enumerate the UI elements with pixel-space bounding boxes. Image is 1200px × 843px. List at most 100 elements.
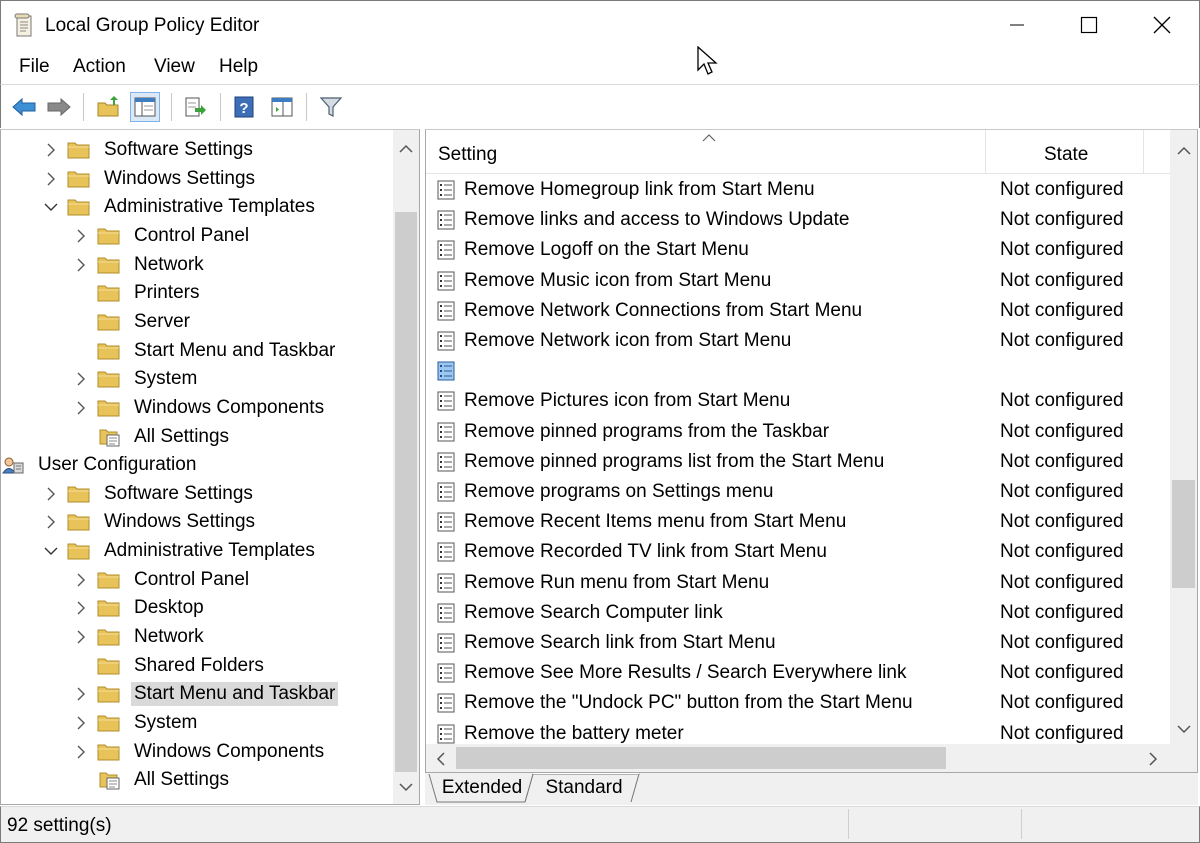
show-hide-tree-button[interactable] [130,92,160,122]
setting-row[interactable]: Remove Search link from Start Menu Not co… [430,628,1168,658]
setting-row[interactable]: Remove Recorded TV link from Start Menu N… [430,537,1168,567]
chevron-right-icon[interactable] [43,171,59,187]
scroll-down-icon[interactable] [399,782,413,792]
setting-row[interactable]: Remove links and access to Windows Updat… [430,205,1168,235]
setting-row[interactable]: Remove Search Computer link Not configure… [430,598,1168,628]
scroll-up-icon[interactable] [1177,146,1191,156]
chevron-right-icon[interactable] [73,400,89,416]
tree-item[interactable]: Start Menu and Taskbar [73,337,338,365]
setting-row[interactable]: Remove See More Results / Search Everywh… [430,658,1168,688]
setting-row[interactable]: Remove Music icon from Start Menu Not con… [430,266,1168,296]
chevron-down-icon[interactable] [43,543,59,559]
setting-row[interactable]: Remove programs on Settings menu Not conf… [430,477,1168,507]
tree-item[interactable]: Software Settings [43,480,256,508]
column-divider[interactable] [985,130,986,174]
setting-row[interactable]: Remove pinned programs list from the Sta… [430,447,1168,477]
chevron-right-icon[interactable] [73,600,89,616]
tree-item[interactable]: Shared Folders [73,652,267,680]
tree-vertical-scrollbar[interactable] [393,130,419,804]
chevron-right-icon[interactable] [43,514,59,530]
chevron-right-icon[interactable] [43,142,59,158]
tree-item[interactable]: Printers [73,279,202,307]
minimize-button[interactable] [981,1,1053,49]
setting-row[interactable]: Remove Network Connections from Start Me… [430,296,1168,326]
tree-item[interactable]: User Configuration [1,451,199,479]
setting-row[interactable]: Remove the "Undock PC" button from the S… [430,688,1168,718]
tree-item[interactable]: Control Panel [73,566,252,594]
setting-row[interactable]: Remove Network icon from Start Menu Not c… [430,326,1168,356]
tree-item[interactable]: Windows Settings [43,165,258,193]
up-one-level-button[interactable] [93,92,123,122]
scroll-up-icon[interactable] [399,144,413,154]
tree-item[interactable]: Windows Components [73,738,327,766]
column-divider[interactable] [1143,130,1144,174]
tree-item[interactable]: Software Settings [43,136,256,164]
setting-row[interactable]: Remove Pictures icon from Start Menu Not … [430,386,1168,416]
tree-item[interactable]: Control Panel [73,222,252,250]
policy-setting-icon [437,603,455,623]
list-horizontal-scrollbar[interactable] [426,744,1170,772]
console-tree[interactable]: Software Settings Windows Settings Adminis… [0,129,420,805]
tree-item[interactable]: Desktop [73,594,207,622]
tree-scroll-thumb[interactable] [395,212,417,772]
tree-item[interactable]: Windows Components [73,394,327,422]
setting-row[interactable]: Remove pinned programs from the Taskbar N… [430,417,1168,447]
scroll-down-icon[interactable] [1177,724,1191,734]
tree-item[interactable]: Administrative Templates [43,537,318,565]
menu-help[interactable]: Help [219,56,258,78]
tree-item[interactable]: All Settings [73,423,232,451]
setting-row[interactable]: Remove Recent Items menu from Start Menu… [430,507,1168,537]
help-button[interactable]: ? [229,92,259,122]
folder-icon [97,400,120,417]
view-tabs: Extended Standard [425,773,1198,805]
tree-item[interactable]: System [73,709,200,737]
chevron-right-icon[interactable] [73,715,89,731]
settings-list[interactable]: Setting State Remove Homegroup link from… [425,129,1198,773]
tree-item[interactable]: Start Menu and Taskbar [73,680,339,708]
back-button[interactable] [9,92,39,122]
setting-row[interactable]: Remove Logoff on the Start Menu Not confi… [430,235,1168,265]
export-list-button[interactable] [180,92,210,122]
tab-standard[interactable]: Standard [537,774,631,802]
setting-row[interactable]: Remove Run menu from Start Menu Not confi… [430,568,1168,598]
folder-icon [67,171,90,188]
close-button[interactable] [1126,1,1198,49]
setting-state: Not configured [1000,662,1124,684]
extended-view-button[interactable] [267,92,297,122]
list-vertical-scrollbar[interactable] [1170,130,1197,744]
column-header-setting[interactable]: Setting [438,144,497,166]
tree-item[interactable]: System [73,365,200,393]
chevron-right-icon[interactable] [73,686,89,702]
chevron-right-icon[interactable] [73,629,89,645]
tab-extended[interactable]: Extended [437,774,527,802]
menu-file[interactable]: File [19,56,50,78]
list-scroll-thumb[interactable] [1172,480,1195,588]
chevron-right-icon[interactable] [73,572,89,588]
setting-row[interactable]: Remove Homegroup link from Start Menu Not… [430,175,1168,205]
setting-state: Not configured [1000,632,1124,653]
tree-item[interactable]: All Settings [73,766,232,794]
list-hscroll-thumb[interactable] [456,747,946,769]
chevron-down-icon[interactable] [43,199,59,215]
column-header-state[interactable]: State [1044,144,1088,166]
chevron-right-icon[interactable] [43,486,59,502]
chevron-right-icon[interactable] [73,744,89,760]
setting-name: Remove Homegroup link from Start Menu [464,179,815,200]
chevron-right-icon[interactable] [73,228,89,244]
scroll-right-icon[interactable] [1148,752,1158,766]
tree-item[interactable]: Network [73,251,207,279]
policy-setting-icon [437,361,455,381]
menu-view[interactable]: View [154,56,195,78]
filter-button[interactable] [316,92,346,122]
maximize-button[interactable] [1053,1,1125,49]
forward-button[interactable] [44,92,74,122]
tree-item[interactable]: Administrative Templates [43,193,318,221]
menu-action[interactable]: Action [73,56,126,78]
tree-item[interactable]: Windows Settings [43,508,258,536]
scroll-left-icon[interactable] [436,752,446,766]
chevron-right-icon[interactable] [73,371,89,387]
setting-row[interactable]: Remove Notifications and Action Center No… [430,356,1168,386]
tree-item[interactable]: Network [73,623,207,651]
chevron-right-icon[interactable] [73,257,89,273]
tree-item[interactable]: Server [73,308,193,336]
